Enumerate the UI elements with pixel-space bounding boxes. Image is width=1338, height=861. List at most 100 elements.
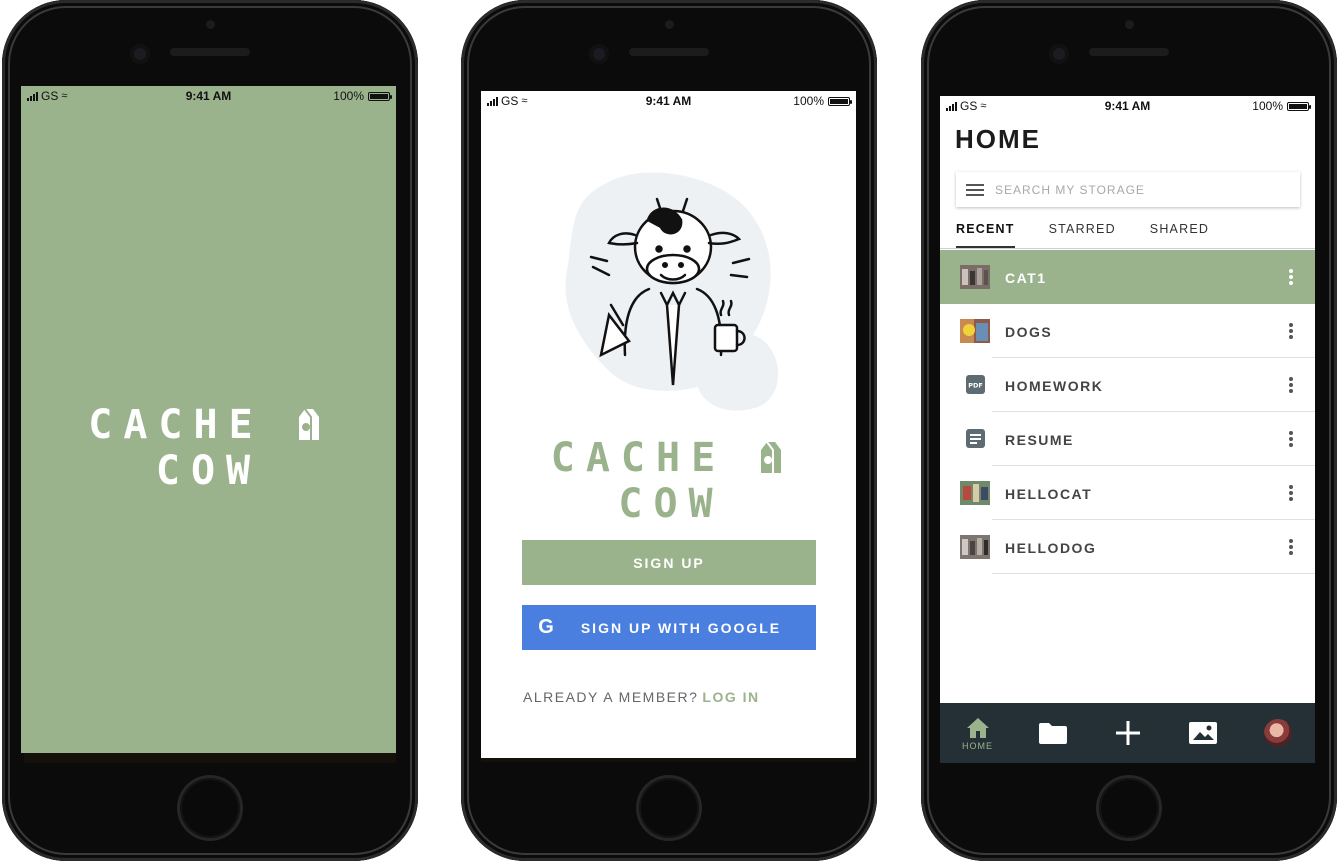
logo-word-cache: CACHE bbox=[88, 402, 264, 448]
nav-home[interactable]: HOME bbox=[948, 703, 1008, 763]
log-in-link[interactable]: LOG IN bbox=[702, 689, 759, 705]
member-prompt: ALREADY A MEMBER? bbox=[523, 689, 699, 705]
carrier-label: GS bbox=[501, 94, 519, 108]
more-options-icon[interactable] bbox=[1289, 377, 1293, 393]
nav-home-label: HOME bbox=[962, 740, 993, 751]
battery-icon bbox=[368, 91, 392, 101]
image-icon bbox=[1188, 722, 1217, 744]
folder-icon bbox=[1038, 723, 1067, 744]
battery-percent: 100% bbox=[1252, 99, 1283, 113]
status-bar: GS ≈ 9:41 AM 100% bbox=[481, 91, 856, 111]
sign-up-with-google-button[interactable]: G SIGN UP WITH GOOGLE bbox=[522, 605, 816, 650]
google-icon: G bbox=[538, 616, 554, 638]
signal-icon bbox=[487, 96, 498, 106]
sensor bbox=[1125, 20, 1134, 29]
document-icon bbox=[966, 429, 985, 448]
photo-thumbnail bbox=[960, 535, 990, 559]
battery-percent: 100% bbox=[333, 89, 364, 103]
profile-avatar bbox=[1263, 719, 1292, 747]
login-screen: GS ≈ 9:41 AM 100% CACHE COW SIGN UP G SI… bbox=[481, 91, 856, 758]
wifi-icon: ≈ bbox=[980, 100, 987, 112]
nav-add[interactable] bbox=[1098, 703, 1158, 763]
hardware-home-button[interactable] bbox=[180, 778, 240, 838]
tab-divider bbox=[940, 248, 1315, 249]
status-bar: GS ≈ 9:41 AM 100% bbox=[940, 96, 1315, 116]
sensor bbox=[206, 20, 215, 29]
more-options-icon[interactable] bbox=[1289, 431, 1293, 447]
member-prompt-row: ALREADY A MEMBER? LOG IN bbox=[523, 689, 760, 705]
tab-shared[interactable]: SHARED bbox=[1150, 222, 1209, 248]
more-options-icon[interactable] bbox=[1289, 323, 1293, 339]
earpiece-speaker bbox=[1089, 48, 1169, 56]
hardware-home-button[interactable] bbox=[639, 778, 699, 838]
splash-bottom-edge bbox=[24, 753, 396, 763]
battery-percent: 100% bbox=[793, 94, 824, 108]
pdf-badge: PDF bbox=[968, 382, 983, 390]
photo-thumbnail bbox=[960, 481, 990, 505]
tab-starred[interactable]: STARRED bbox=[1049, 222, 1116, 248]
nav-profile[interactable] bbox=[1248, 703, 1308, 763]
status-bar: GS ≈ 9:41 AM 100% bbox=[21, 86, 396, 106]
status-time: 9:41 AM bbox=[185, 89, 232, 103]
more-options-icon[interactable] bbox=[1289, 539, 1293, 555]
file-row[interactable]: PDF HOMEWORK bbox=[940, 358, 1315, 412]
file-name: CAT1 bbox=[1005, 270, 1047, 286]
file-row[interactable]: RESUME bbox=[940, 412, 1315, 466]
status-time: 9:41 AM bbox=[645, 94, 692, 108]
showcase: GS ≈ 9:41 AM 100% CACHE COW GS ≈ 9:41 AM… bbox=[0, 0, 1338, 861]
home-icon bbox=[966, 717, 989, 738]
file-name: HOMEWORK bbox=[1005, 378, 1104, 394]
google-label: SIGN UP WITH GOOGLE bbox=[580, 619, 782, 636]
logo-word-cache: CACHE bbox=[550, 435, 727, 481]
tab-bar: RECENT STARRED SHARED bbox=[956, 222, 1243, 248]
file-name: HELLODOG bbox=[1005, 540, 1097, 556]
sensor bbox=[665, 20, 674, 29]
logo-word-cow: COW bbox=[155, 448, 262, 494]
signal-icon bbox=[27, 91, 38, 101]
app-logo: CACHE COW bbox=[21, 402, 396, 494]
file-list: CAT1 DOGS PDF HOMEWORK RESUME HELLOCAT H… bbox=[940, 250, 1315, 574]
status-time: 9:41 AM bbox=[1104, 99, 1151, 113]
file-row[interactable]: HELLOCAT bbox=[940, 466, 1315, 520]
battery-icon bbox=[828, 96, 852, 106]
earpiece-speaker bbox=[170, 48, 250, 56]
photo-thumbnail bbox=[960, 265, 990, 289]
photo-thumbnail bbox=[960, 319, 990, 343]
search-input[interactable] bbox=[995, 182, 1255, 197]
front-camera bbox=[589, 44, 609, 64]
file-row[interactable]: DOGS bbox=[940, 304, 1315, 358]
splash-screen: GS ≈ 9:41 AM 100% CACHE COW bbox=[21, 86, 396, 753]
search-bar[interactable] bbox=[956, 172, 1300, 207]
carrier-label: GS bbox=[41, 89, 59, 103]
milk-carton-icon bbox=[298, 408, 319, 440]
nav-folders[interactable] bbox=[1023, 703, 1083, 763]
pdf-icon: PDF bbox=[966, 375, 985, 394]
cow-mascot-illustration bbox=[565, 172, 779, 411]
home-screen: GS ≈ 9:41 AM 100% HOME RECENT STARRED SH… bbox=[940, 96, 1315, 763]
sign-up-label: SIGN UP bbox=[633, 554, 705, 571]
bottom-navigation: HOME bbox=[940, 703, 1315, 763]
sign-up-button[interactable]: SIGN UP bbox=[522, 540, 816, 585]
file-name: DOGS bbox=[1005, 324, 1053, 340]
row-divider bbox=[992, 573, 1315, 574]
file-row[interactable]: CAT1 bbox=[940, 250, 1315, 304]
wifi-icon: ≈ bbox=[61, 90, 68, 102]
app-logo: CACHE COW bbox=[521, 435, 821, 527]
more-options-icon[interactable] bbox=[1289, 485, 1293, 501]
milk-carton-icon bbox=[761, 441, 782, 473]
tab-recent[interactable]: RECENT bbox=[956, 222, 1015, 248]
menu-icon[interactable] bbox=[966, 183, 984, 196]
file-row[interactable]: HELLODOG bbox=[940, 520, 1315, 574]
wifi-icon: ≈ bbox=[521, 95, 528, 107]
carrier-label: GS bbox=[960, 99, 978, 113]
page-title: HOME bbox=[955, 124, 1041, 154]
nav-photos[interactable] bbox=[1173, 703, 1233, 763]
login-bottom-edge bbox=[481, 758, 856, 762]
logo-word-cow: COW bbox=[618, 481, 724, 527]
front-camera bbox=[1049, 44, 1069, 64]
signal-icon bbox=[946, 101, 957, 111]
earpiece-speaker bbox=[629, 48, 709, 56]
hardware-home-button[interactable] bbox=[1099, 778, 1159, 838]
more-options-icon[interactable] bbox=[1289, 269, 1293, 285]
battery-icon bbox=[1287, 101, 1311, 111]
